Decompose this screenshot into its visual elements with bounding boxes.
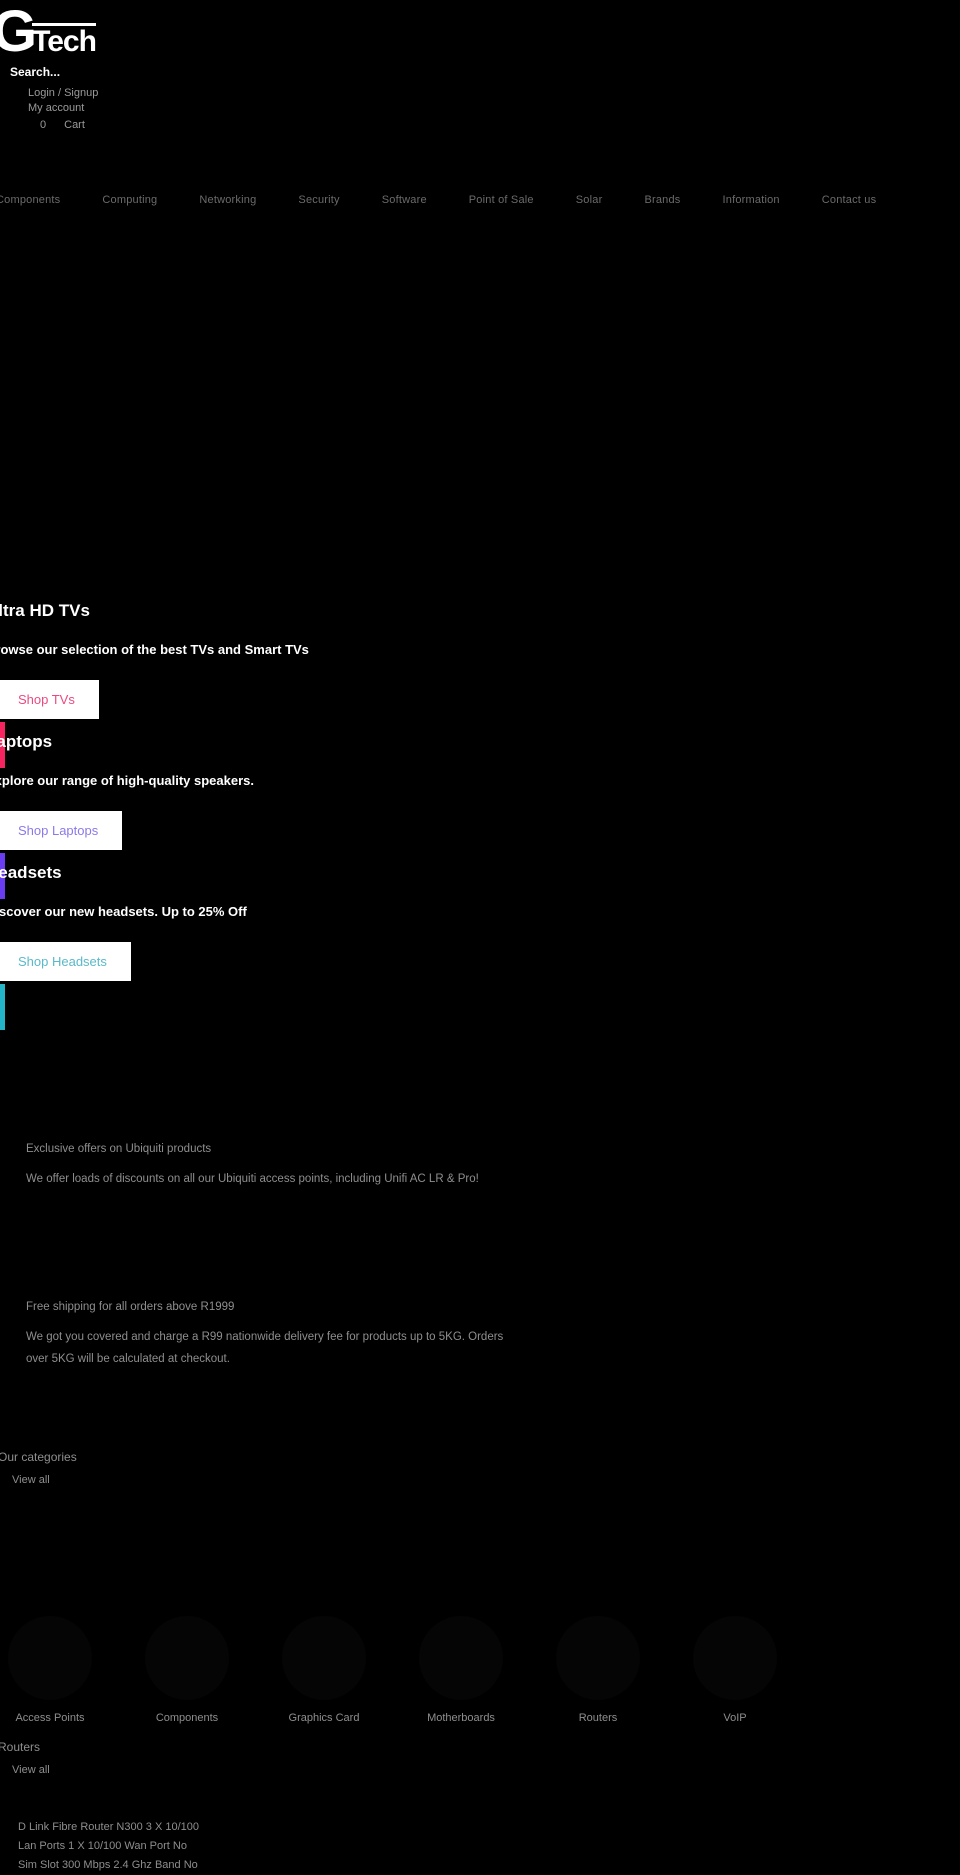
categories-row: Access Points Components Graphics Card M… [0,1616,960,1724]
feature-title: Exclusive offers on Ubiquiti products [26,1143,212,1155]
feature-body: We got you covered and charge a R99 nati… [26,1331,504,1365]
feature-body: We offer loads of discounts on all our U… [26,1173,479,1185]
account-links: Login / Signup My account [28,86,98,116]
my-account-link[interactable]: My account [28,101,98,116]
site-logo[interactable]: G Tech [0,0,97,64]
category-label: Motherboards [427,1712,495,1724]
hero-subtitle-headsets: Discover our new headsets. Up to 25% Off [0,904,247,919]
feature-title: Free shipping for all orders above R1999 [26,1301,235,1313]
hero-title-headsets: Headsets [0,863,62,882]
nav-item-computing[interactable]: Computing [102,194,157,206]
main-navigation: Components Computing Networking Security… [0,188,960,212]
feature-promos: Exclusive offers on Ubiquiti products We… [0,1140,960,1478]
cart-label: Cart [64,119,85,131]
shop-tvs-button[interactable]: Shop TVs [0,680,99,719]
routers-heading: Routers [0,1740,41,1754]
cart-button[interactable]: 0 Cart [40,119,85,131]
hero-subtitle-laptops: Explore our range of high-quality speake… [0,773,255,788]
category-thumbnail [419,1616,503,1700]
nav-item-networking[interactable]: Networking [199,194,256,206]
category-item-routers[interactable]: Routers [530,1616,666,1724]
product-grid: D Link Fibre Router N300 3 X 10/100 Lan … [0,1818,960,1875]
login-signup-link[interactable]: Login / Signup [28,86,98,101]
category-item-voip[interactable]: VoIP [667,1616,803,1724]
category-label: Access Points [15,1712,85,1724]
hero-card-tvs: Ultra HD TVs Browse our selection of the… [0,600,960,768]
shop-headsets-button[interactable]: Shop Headsets [0,942,131,981]
accent-bar-cyan [0,984,5,1030]
category-label: Components [155,1712,219,1724]
site-header: G Tech Login / Signup My account 0 Cart [0,0,960,160]
category-thumbnail [8,1616,92,1700]
categories-view-all-link[interactable]: View all [12,1474,960,1486]
hero-subtitle-tvs: Browse our selection of the best TVs and… [0,642,309,657]
product-card[interactable]: D Link Fibre Router N300 3 X 10/100 Lan … [0,1818,230,1875]
nav-item-information[interactable]: Information [723,194,780,206]
categories-heading: Our categories [0,1450,77,1464]
shop-laptops-button[interactable]: Shop Laptops [0,811,123,850]
hero-card-headsets: Headsets Discover our new headsets. Up t… [0,862,960,1030]
routers-view-all-link[interactable]: View all [12,1764,960,1776]
category-item-motherboards[interactable]: Motherboards [393,1616,529,1724]
nav-item-point-of-sale[interactable]: Point of Sale [469,194,534,206]
nav-item-brands[interactable]: Brands [644,194,680,206]
logo-word-tech: Tech [32,23,97,58]
search-input[interactable] [10,62,260,82]
routers-section: Routers View all D Link Fibre Router N30… [0,1740,960,1875]
hero-title-tvs: Ultra HD TVs [0,601,90,620]
category-thumbnail [282,1616,366,1700]
category-label: VoIP [723,1712,747,1724]
logo-letter-g: G [0,0,37,64]
category-thumbnail [556,1616,640,1700]
category-item-components[interactable]: Components [119,1616,255,1724]
nav-item-components[interactable]: Components [0,194,60,206]
nav-item-security[interactable]: Security [298,194,339,206]
category-item-graphics-card[interactable]: Graphics Card [256,1616,392,1724]
nav-item-solar[interactable]: Solar [576,194,603,206]
product-name: D Link Fibre Router N300 3 X 10/100 Lan … [18,1821,199,1871]
nav-item-contact-us[interactable]: Contact us [822,194,877,206]
hero-card-laptops: Laptops Explore our range of high-qualit… [0,731,960,899]
category-thumbnail [145,1616,229,1700]
categories-section: Our categories View all Access Points Co… [0,1450,960,1724]
category-label: Graphics Card [288,1712,360,1724]
hero-title-laptops: Laptops [0,732,53,751]
feature-ubiquiti-offers: Exclusive offers on Ubiquiti products We… [0,1140,960,1190]
feature-free-shipping: Free shipping for all orders above R1999… [0,1298,960,1370]
nav-item-software[interactable]: Software [382,194,427,206]
hero-banners: Ultra HD TVs Browse our selection of the… [0,600,960,1030]
category-label: Routers [578,1712,618,1724]
cart-count: 0 [40,119,47,131]
category-thumbnail [693,1616,777,1700]
category-item-access-points[interactable]: Access Points [0,1616,118,1724]
